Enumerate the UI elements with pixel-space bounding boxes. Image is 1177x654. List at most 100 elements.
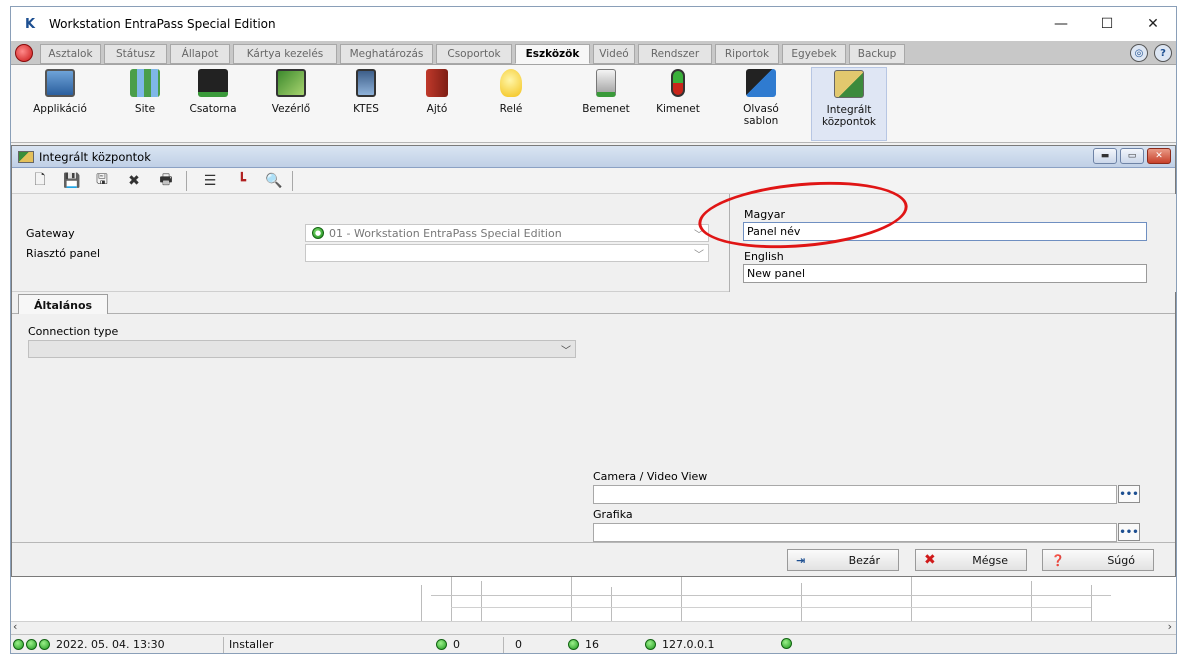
settings-globe-icon[interactable]: ◎ — [1130, 44, 1148, 62]
minimize-button[interactable]: — — [1038, 7, 1084, 41]
close-button[interactable]: ⇥ Bezár — [787, 549, 899, 571]
record-toolbar: 🗋 💾 🖫 ✖ 🖶 ☰ ┗ 🔍 — [12, 168, 1175, 194]
status-separator — [503, 637, 504, 653]
tab-kartya-kezeles[interactable]: Kártya kezelés — [233, 44, 337, 64]
status-datetime: 2022. 05. 04. 13:30 — [13, 638, 165, 651]
dialog-button-bar: ⇥ Bezár ✖ Mégse ❓ Súgó — [12, 542, 1175, 576]
new-icon[interactable]: 🗋 — [30, 172, 50, 190]
ribbon-applikacio[interactable]: Applikáció — [27, 67, 93, 141]
door-icon — [426, 69, 448, 97]
ribbon-label: Integrált központok — [821, 104, 876, 128]
list-icon[interactable]: ☰ — [200, 172, 220, 190]
ribbon-label: Ajtó — [426, 103, 448, 115]
subwindow-minimize-button[interactable]: ▬ — [1093, 148, 1117, 164]
main-tab-bar: Asztalok Státusz Állapot Kártya kezelés … — [11, 41, 1176, 65]
status-connection — [781, 638, 794, 649]
tab-video[interactable]: Videó — [593, 44, 635, 64]
print-icon[interactable]: 🖶 — [156, 172, 176, 190]
ribbon-site[interactable]: Site — [115, 67, 175, 141]
tab-eszkozok[interactable]: Eszközök — [515, 44, 590, 64]
status-user: Installer — [229, 638, 273, 651]
scroll-right-icon[interactable]: › — [1168, 620, 1172, 633]
tab-asztalok[interactable]: Asztalok — [40, 44, 101, 64]
status-led-icon — [436, 639, 447, 650]
ribbon-olvaso-sablon[interactable]: Olvasó sablon — [733, 67, 789, 141]
camera-browse-button[interactable]: ••• — [1118, 485, 1140, 503]
tab-meghatarozas[interactable]: Meghatározás — [340, 44, 433, 64]
graphics-input[interactable] — [593, 523, 1117, 542]
search-icon[interactable]: 🔍 — [264, 172, 284, 190]
gateway-select[interactable]: ● 01 - Workstation EntraPass Special Edit… — [305, 224, 709, 242]
general-tab-body: Connection type ﹀ Camera / Video View ••… — [12, 314, 1175, 542]
tab-riportok[interactable]: Riportok — [715, 44, 779, 64]
app-logo-icon: K — [25, 17, 36, 32]
panel-header-form: Gateway ● 01 - Workstation EntraPass Spec… — [12, 194, 1176, 292]
ribbon-label: Relé — [499, 103, 523, 115]
help-question-icon: ❓ — [1051, 553, 1065, 567]
alarm-icon[interactable] — [15, 44, 33, 62]
status-led-icon — [781, 638, 792, 649]
alarm-panel-select[interactable]: ﹀ — [305, 244, 709, 262]
cancel-button[interactable]: ✖ Mégse — [915, 549, 1027, 571]
subwindow-maximize-button[interactable]: ▭ — [1120, 148, 1144, 164]
ribbon-label: KTES — [353, 103, 379, 115]
ribbon-bemenet[interactable]: Bemenet — [573, 67, 639, 141]
ribbon-label: Applikáció — [33, 103, 87, 115]
status-led-icon — [26, 639, 37, 650]
title-bar: K Workstation EntraPass Special Edition … — [11, 7, 1176, 41]
english-label: English — [744, 250, 784, 263]
status-led-icon — [568, 639, 579, 650]
help-button[interactable]: ❓ Súgó — [1042, 549, 1154, 571]
subwindow-title-bar: Integrált központok ▬ ▭ ✕ — [12, 146, 1175, 168]
ribbon-ktes[interactable]: KTES — [341, 67, 391, 141]
ribbon-label: Vezérlő — [271, 103, 311, 115]
count3-text: 16 — [585, 638, 599, 651]
connection-type-select[interactable]: ﹀ — [28, 340, 576, 358]
status-separator — [223, 637, 224, 653]
ribbon-ajto[interactable]: Ajtó — [407, 67, 467, 141]
english-name-input[interactable]: New panel — [743, 264, 1147, 283]
toolbar-separator — [186, 171, 187, 191]
tab-backup[interactable]: Backup — [849, 44, 905, 64]
scroll-left-icon[interactable]: ‹ — [13, 620, 17, 633]
delete-icon[interactable]: ✖ — [124, 172, 144, 190]
ribbon-vezerlo[interactable]: Vezérlő — [261, 67, 321, 141]
tab-statusz[interactable]: Státusz — [104, 44, 167, 64]
subwindow-title: Integrált központok — [39, 149, 151, 164]
maximize-button[interactable]: ☐ — [1084, 7, 1130, 41]
link-icon[interactable]: ┗ — [232, 172, 252, 190]
tab-rendszer[interactable]: Rendszer — [638, 44, 712, 64]
lightbulb-icon — [500, 69, 522, 97]
tab-altalanos[interactable]: Általános — [18, 294, 108, 315]
ribbon-label: Bemenet — [582, 103, 630, 115]
integrated-panels-window: Integrált központok ▬ ▭ ✕ 🗋 💾 🖫 ✖ 🖶 ☰ ┗ … — [11, 145, 1176, 577]
exit-door-icon: ⇥ — [796, 553, 806, 567]
datetime-text: 2022. 05. 04. 13:30 — [56, 638, 165, 651]
tab-csoportok[interactable]: Csoportok — [436, 44, 512, 64]
ribbon-kimenet[interactable]: Kimenet — [645, 67, 711, 141]
window-controls: — ☐ ✕ — [1038, 7, 1176, 41]
help-icon[interactable]: ? — [1154, 44, 1172, 62]
close-window-button[interactable]: ✕ — [1130, 7, 1176, 41]
status-led-icon — [13, 639, 24, 650]
ribbon-integralt-kozpontok[interactable]: Integrált központok — [811, 67, 887, 141]
ktes-icon — [356, 69, 376, 97]
save-as-icon[interactable]: 🖫 — [92, 172, 112, 190]
ribbon-csatorna[interactable]: Csatorna — [183, 67, 243, 141]
subwindow-close-button[interactable]: ✕ — [1147, 148, 1171, 164]
chevron-down-icon: ﹀ — [561, 346, 571, 357]
tab-egyebek[interactable]: Egyebek — [782, 44, 846, 64]
help-button-label: Súgó — [1107, 553, 1135, 567]
controller-board-icon — [276, 69, 306, 97]
window-title: Workstation EntraPass Special Edition — [49, 17, 276, 31]
camera-input[interactable] — [593, 485, 1117, 504]
graphics-browse-button[interactable]: ••• — [1118, 523, 1140, 541]
tab-allapot[interactable]: Állapot — [170, 44, 230, 64]
integrated-panel-icon — [18, 150, 34, 163]
count1-text: 0 — [453, 638, 460, 651]
subwindow-controls: ▬ ▭ ✕ — [1093, 148, 1171, 164]
ribbon-rele[interactable]: Relé — [481, 67, 541, 141]
camera-label: Camera / Video View — [593, 470, 708, 483]
horizontal-scrollbar[interactable]: ‹ › — [11, 620, 1176, 633]
save-icon[interactable]: 💾 — [62, 172, 82, 190]
